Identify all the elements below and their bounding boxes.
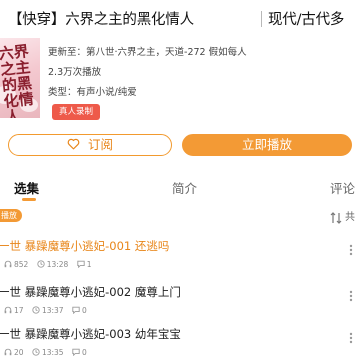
tab-comments[interactable]: 评论 — [330, 178, 355, 197]
book-genre: 现代/古代多 — [268, 12, 345, 28]
clock-icon — [32, 306, 40, 314]
episode-row[interactable]: 一世 暴躁魔尊小逃妃-003 幼年宝宝 20 13:35 0 — [0, 326, 360, 360]
book-title: 【快穿】六界之主的黑化情人 — [8, 12, 194, 28]
more-options-icon[interactable] — [344, 242, 358, 256]
episode-comments: 0 — [81, 347, 87, 357]
episode-title: 一世 暴躁魔尊小逃妃-001 还逃吗 — [0, 239, 170, 253]
title-divider — [261, 11, 262, 27]
episode-stats: 20 13:35 0 — [0, 347, 87, 357]
episode-plays: 17 — [14, 305, 24, 315]
episode-plays: 852 — [14, 259, 29, 269]
tab-bar: 选集 简介 评论 — [0, 172, 360, 202]
episode-row[interactable]: 一世 暴躁魔尊小逃妃-001 还逃吗 852 13:28 1 — [0, 238, 360, 278]
human-recorded-badge: 真人录制 — [52, 104, 100, 120]
episode-plays: 20 — [14, 347, 24, 357]
episode-duration: 13:37 — [41, 305, 64, 315]
more-options-icon[interactable] — [344, 330, 358, 344]
episode-comments: 1 — [86, 259, 92, 269]
headphones-icon — [4, 260, 12, 268]
headphones-icon — [4, 348, 12, 356]
tab-intro[interactable]: 简介 — [172, 178, 197, 197]
tab-episodes[interactable]: 选集 — [14, 178, 39, 197]
cover-title-art: 六界之主的黑化情人 — [0, 42, 35, 118]
episode-row[interactable]: 一世 暴躁魔尊小逃妃-002 魔尊上门 17 13:37 0 — [0, 284, 360, 324]
comment-icon — [72, 306, 80, 315]
book-category: 类型：有声小说/纯爱 — [48, 87, 137, 98]
more-options-icon[interactable] — [344, 288, 358, 302]
subscribe-label: 订阅 — [87, 137, 113, 152]
book-header: 【快穿】六界之主的黑化情人 现代/古代多 — [0, 6, 360, 30]
episode-comments: 0 — [81, 305, 87, 315]
episode-duration: 13:35 — [41, 347, 64, 357]
episode-toolbar: 播放 共 — [0, 206, 360, 226]
episode-duration: 13:28 — [46, 259, 69, 269]
episode-title: 一世 暴躁魔尊小逃妃-002 魔尊上门 — [0, 285, 181, 299]
comment-icon — [72, 348, 80, 357]
heart-outline-icon — [67, 136, 80, 156]
update-info: 更新至：第八世·六界之主，天道-272 假如每人 — [48, 47, 247, 58]
episode-stats: 852 13:28 1 — [0, 259, 92, 269]
headphones-icon — [4, 306, 12, 314]
episode-title: 一世 暴躁魔尊小逃妃-003 幼年宝宝 — [0, 327, 181, 341]
book-cover[interactable]: 六界之主的黑化情人 — [0, 38, 40, 118]
active-tab-indicator — [22, 198, 36, 201]
clock-icon — [37, 260, 45, 268]
comment-icon — [77, 260, 85, 269]
play-count: 2.3万次播放 — [48, 67, 102, 78]
clock-icon — [32, 348, 40, 356]
subscribe-button[interactable]: 订阅 — [8, 134, 172, 156]
episode-total: 共 — [345, 212, 355, 223]
play-now-button[interactable]: 立即播放 — [182, 134, 352, 156]
sort-icon[interactable] — [330, 209, 342, 224]
episode-stats: 17 13:37 0 — [0, 305, 87, 315]
playing-badge[interactable]: 播放 — [0, 209, 22, 222]
